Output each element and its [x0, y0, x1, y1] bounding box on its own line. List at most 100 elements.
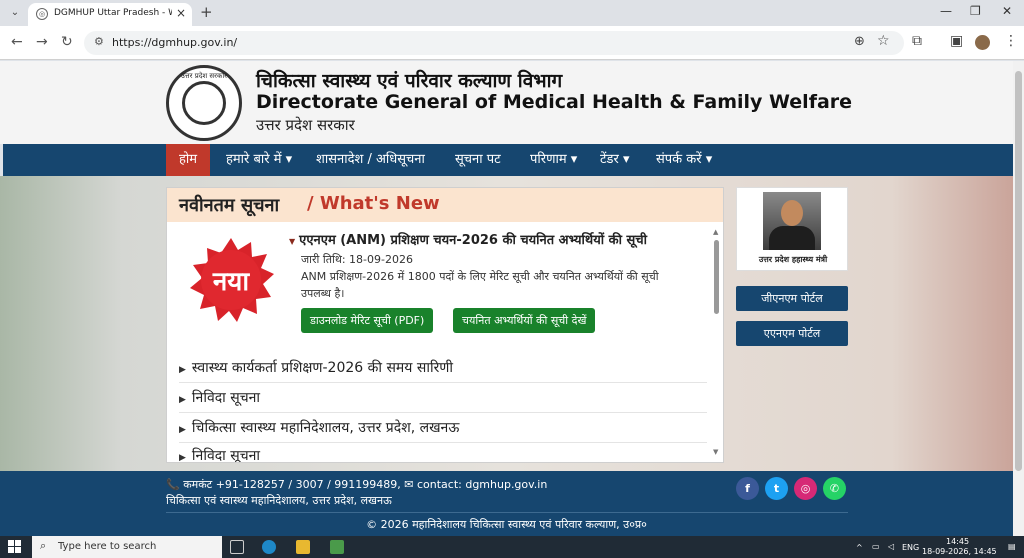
list-item[interactable]: ▶ स्वास्थ्य कार्यकर्ता प्रशिक्षण-2026 की …	[179, 358, 707, 383]
tab-strip: ⌄ ◎ DGMHUP Uttar Pradesh - Welc × + — ❐ …	[0, 0, 1024, 26]
file-explorer-icon[interactable]	[296, 540, 310, 554]
nav-about-us[interactable]: हमारे बारे में ▾	[226, 144, 292, 176]
close-tab-icon[interactable]: ×	[176, 6, 186, 20]
url-text[interactable]: https://dgmhup.gov.in/	[112, 36, 237, 49]
main-navigation: होम हमारे बारे में ▾ शासनादेश / अधिसूचना…	[3, 144, 1013, 176]
news-description: ANM प्रशिक्षण-2026 में 1800 पदों के लिए …	[301, 270, 659, 300]
nav-notifications[interactable]: शासनादेश / अधिसूचना	[316, 144, 425, 176]
list-item[interactable]: ▶ निविदा सूचना	[179, 446, 707, 462]
caret-right-icon: ▶	[179, 365, 186, 375]
footer-contact: 📞 कमकंट +91-128257 / 3007 / 991199489, ✉…	[166, 478, 548, 491]
site-info-icon[interactable]: ⚙	[94, 35, 104, 48]
site-header: उत्तर प्रदेश सरकार चिकित्सा स्वास्थ्य एव…	[0, 61, 1013, 144]
panel-header: नवीनतम सूचना / What's New	[167, 188, 723, 222]
nav-notice-board[interactable]: सूचना पट	[455, 144, 501, 176]
panel-heading-english: / What's New	[307, 193, 440, 214]
news-title-text[interactable]: एएनएम (ANM) प्रशिक्षण चयन-2026 की चयनित …	[299, 233, 647, 248]
twitter-icon[interactable]: t	[765, 477, 788, 500]
emblem-seal-icon	[182, 81, 226, 125]
instagram-icon[interactable]: ◎	[794, 477, 817, 500]
browser-toolbar: ← → ↻ ⚙ https://dgmhup.gov.in/ ⊕ ☆ ⧉ ▣ ⋮	[0, 26, 1024, 60]
tray-chevron-icon[interactable]: ^	[856, 543, 863, 552]
page-scrollbar[interactable]	[1013, 61, 1024, 536]
facebook-icon[interactable]: f	[736, 477, 759, 500]
site-state-name: उत्तर प्रदेश सरकार	[256, 116, 355, 134]
edge-browser-icon[interactable]	[262, 540, 276, 554]
taskbar-search-placeholder[interactable]: Type here to search	[58, 541, 156, 552]
caret-down-icon: ▼	[289, 237, 296, 246]
download-merit-list-button[interactable]: डाउनलोड मेरिट सूची (PDF)	[301, 308, 434, 333]
nav-tender[interactable]: टेंडर ▾	[600, 144, 629, 176]
caret-right-icon: ▶	[179, 425, 186, 435]
menu-icon[interactable]: ⋮	[1004, 33, 1018, 49]
list-item-label[interactable]: निविदा सूचना	[192, 448, 260, 462]
site-title-english: Directorate General of Medical Health & …	[256, 91, 853, 113]
gnm-portal-button[interactable]: जीएनएम पोर्टल	[736, 286, 848, 311]
clock-date[interactable]: 18-09-2026, 14:45	[922, 547, 997, 556]
list-item[interactable]: ▶ निविदा सूचना	[179, 388, 707, 413]
emblem-text: उत्तर प्रदेश सरकार	[180, 72, 228, 80]
news-date: जारी तिथि: 18-09-2026	[301, 253, 413, 266]
browser-tab[interactable]: ◎ DGMHUP Uttar Pradesh - Welc ×	[28, 3, 192, 26]
tab-list-button[interactable]: ⌄	[6, 4, 24, 22]
side-panel-icon[interactable]: ▣	[950, 33, 963, 49]
panel-scrollbar[interactable]: ▲ ▼	[713, 228, 721, 458]
language-indicator[interactable]: ENG	[902, 543, 919, 552]
browser-window: ⌄ ◎ DGMHUP Uttar Pradesh - Welc × + — ❐ …	[0, 0, 1024, 558]
list-item[interactable]: ▶ चिकित्सा स्वास्थ्य महानिदेशालय, उत्तर प…	[179, 418, 707, 443]
reload-icon[interactable]: ↻	[61, 34, 73, 50]
news-title[interactable]: ▼ एएनएम (ANM) प्रशिक्षण चयन-2026 की चयनित…	[289, 230, 647, 248]
whats-new-panel: नवीनतम सूचना / What's New नया ▼ एएनएम (AN…	[166, 187, 724, 463]
panel-scroll-thumb[interactable]	[714, 240, 719, 314]
site-footer: 📞 कमकंट +91-128257 / 3007 / 991199489, ✉…	[0, 471, 1013, 536]
nav-contact[interactable]: संपर्क करें ▾	[656, 144, 712, 176]
zoom-icon[interactable]: ⊕	[854, 34, 865, 49]
minister-card[interactable]: उत्तर प्रदेश हहास्थ्य मंत्री	[736, 187, 848, 271]
task-view-icon[interactable]	[230, 540, 244, 554]
anm-portal-button[interactable]: एएनएम पोर्टल	[736, 321, 848, 346]
taskbar-search-box[interactable]: ⌕ Type here to search	[32, 536, 222, 558]
windows-start-icon[interactable]	[8, 540, 22, 554]
extensions-icon[interactable]: ⧉	[912, 33, 922, 49]
clock-time[interactable]: 14:45	[946, 537, 969, 546]
profile-avatar[interactable]	[975, 35, 990, 50]
network-icon[interactable]: ▭	[872, 542, 880, 551]
list-item-label[interactable]: निविदा सूचना	[192, 390, 260, 406]
minimize-icon[interactable]: —	[940, 4, 952, 18]
nav-home[interactable]: होम	[166, 144, 211, 176]
footer-divider	[166, 512, 848, 513]
minister-label: उत्तर प्रदेश हहास्थ्य मंत्री	[758, 255, 828, 264]
new-badge-icon: नया	[190, 238, 274, 322]
search-icon: ⌕	[40, 539, 47, 552]
up-government-emblem[interactable]: उत्तर प्रदेश सरकार	[166, 65, 242, 141]
nav-results[interactable]: परिणाम ▾	[530, 144, 577, 176]
minister-body	[769, 226, 815, 250]
new-badge-text: नया	[212, 267, 251, 297]
minister-photo	[763, 192, 821, 250]
page-scroll-thumb[interactable]	[1015, 71, 1022, 471]
footer-department: चिकित्सा एवं स्वास्थ्य महानिदेशालय, उत्त…	[166, 494, 392, 507]
list-item-label[interactable]: स्वास्थ्य कार्यकर्ता प्रशिक्षण-2026 की स…	[192, 360, 453, 376]
site-title-hindi: चिकित्सा स्वास्थ्य एवं परिवार कल्याण विभ…	[256, 70, 563, 92]
forward-icon[interactable]: →	[36, 34, 48, 50]
new-tab-button[interactable]: +	[200, 3, 213, 21]
view-selected-candidates-button[interactable]: चयनित अभ्यर्थियों की सूची देखें	[453, 308, 596, 333]
tab-title: DGMHUP Uttar Pradesh - Welc	[54, 8, 172, 18]
windows-taskbar: ⌕ Type here to search ^ ▭ ◁ ENG 14:45 18…	[0, 536, 1024, 558]
restore-icon[interactable]: ❐	[970, 4, 981, 18]
scroll-down-icon[interactable]: ▼	[713, 448, 718, 456]
caret-right-icon: ▶	[179, 395, 186, 405]
footer-copyright: © 2026 महानिदेशालय चिकित्सा स्वास्थ्य एव…	[366, 518, 647, 531]
close-window-icon[interactable]: ✕	[1002, 4, 1012, 18]
store-icon[interactable]	[330, 540, 344, 554]
back-icon[interactable]: ←	[11, 34, 23, 50]
bookmark-star-icon[interactable]: ☆	[877, 33, 890, 49]
minister-face	[781, 200, 803, 226]
address-bar[interactable]: ⚙ https://dgmhup.gov.in/ ⊕ ☆	[84, 31, 904, 55]
scroll-up-icon[interactable]: ▲	[713, 228, 718, 236]
site-favicon-icon: ◎	[36, 8, 48, 20]
volume-icon[interactable]: ◁	[888, 542, 894, 551]
list-item-label[interactable]: चिकित्सा स्वास्थ्य महानिदेशालय, उत्तर प्…	[192, 420, 459, 436]
notifications-icon[interactable]: ▤	[1008, 542, 1016, 551]
whatsapp-icon[interactable]: ✆	[823, 477, 846, 500]
